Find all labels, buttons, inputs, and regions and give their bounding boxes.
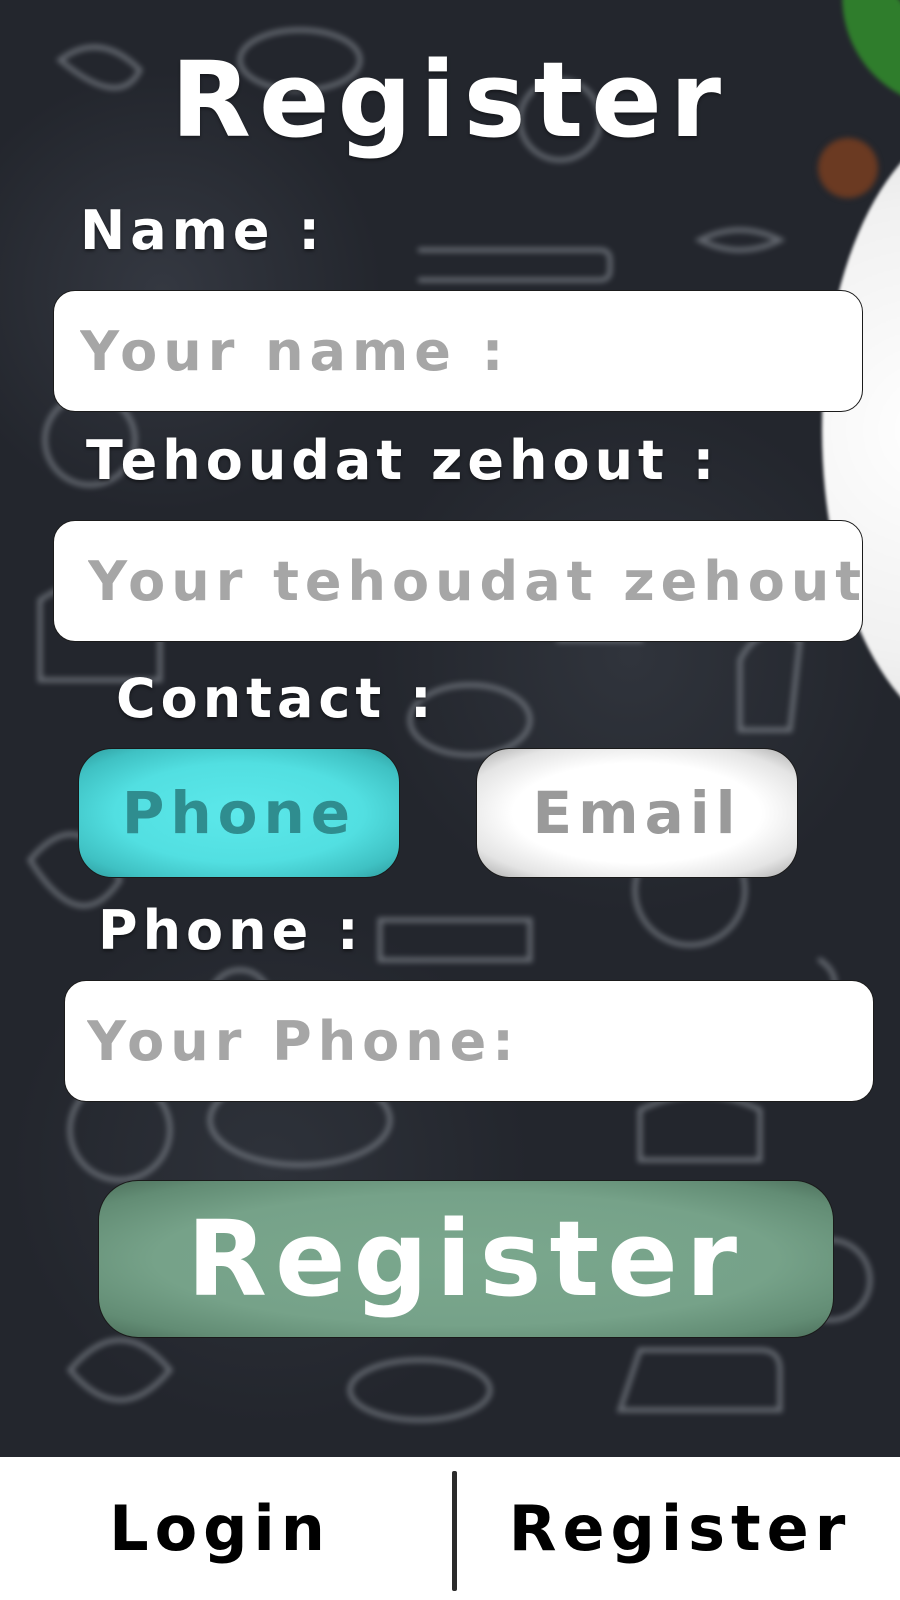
phone-label: Phone :	[98, 899, 364, 962]
email-toggle-label: Email	[532, 779, 742, 847]
tehoudat-input[interactable]	[54, 521, 862, 641]
phone-input[interactable]	[65, 981, 873, 1101]
nav-register-label: Register	[508, 1492, 852, 1565]
nav-divider	[452, 1471, 457, 1591]
phone-toggle-button[interactable]: Phone	[78, 748, 400, 878]
name-field-box	[53, 290, 863, 412]
phone-field-box	[64, 980, 874, 1102]
bottom-nav: Login Register	[0, 1457, 900, 1600]
phone-toggle-label: Phone	[121, 779, 357, 847]
page-title: Register	[170, 39, 730, 161]
nav-login-tab[interactable]: Login	[0, 1457, 440, 1600]
tehoudat-label: Tehoudat zehout :	[86, 429, 720, 492]
tehoudat-field-box	[53, 520, 863, 642]
contact-label: Contact :	[116, 667, 437, 730]
name-label: Name :	[80, 199, 325, 262]
email-toggle-button[interactable]: Email	[476, 748, 798, 878]
nav-register-tab[interactable]: Register	[460, 1457, 900, 1600]
name-input[interactable]	[54, 291, 862, 411]
register-submit-label: Register	[186, 1198, 746, 1320]
register-submit-button[interactable]: Register	[98, 1180, 834, 1338]
nav-login-label: Login	[109, 1492, 331, 1565]
